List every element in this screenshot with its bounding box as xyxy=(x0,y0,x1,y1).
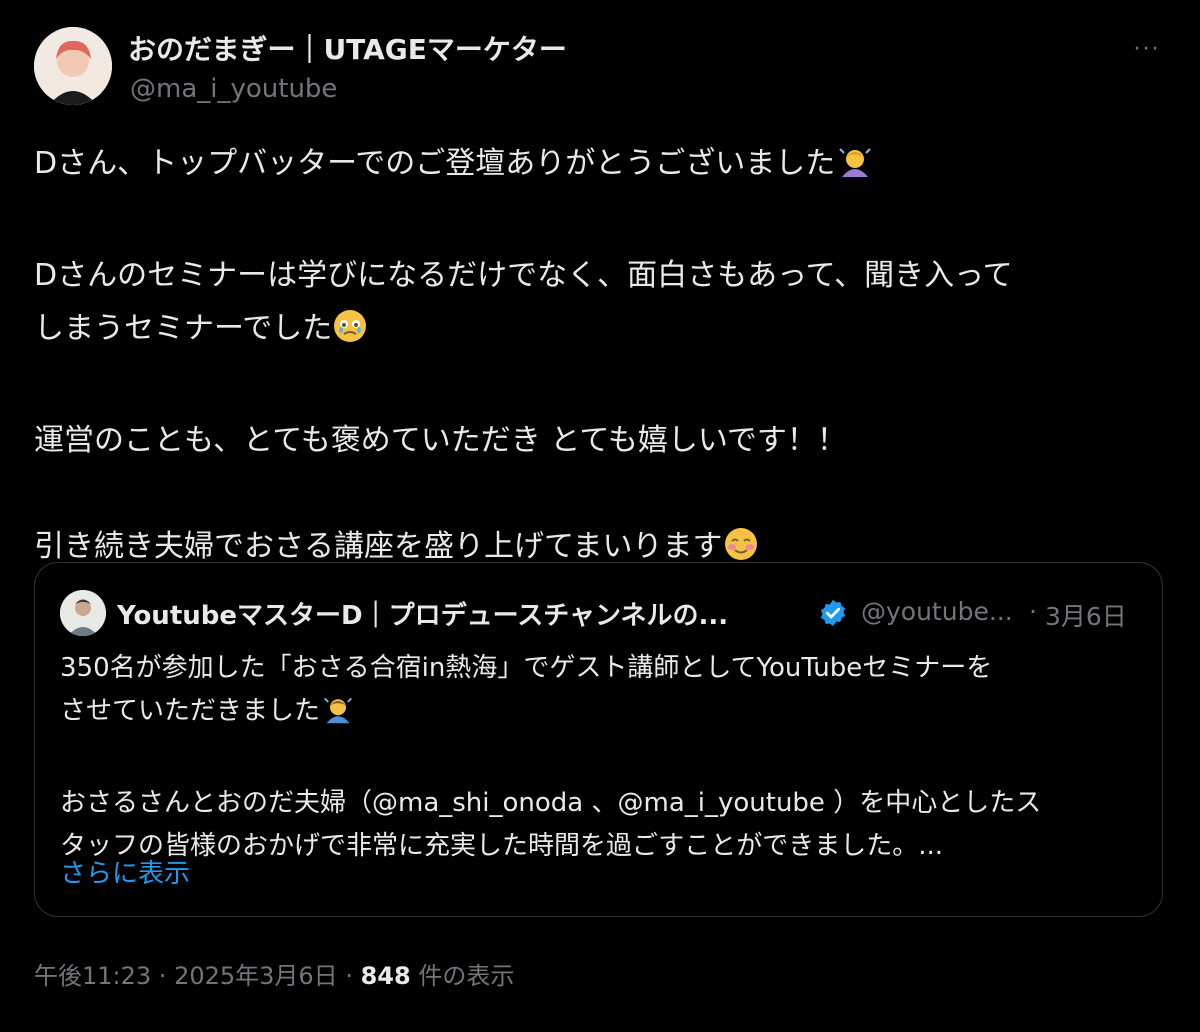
meta-separator: · xyxy=(337,962,361,990)
quoted-separator: · xyxy=(1029,597,1037,626)
author-handle[interactable]: @ma_i_youtube xyxy=(130,74,337,104)
quoted-author-avatar[interactable] xyxy=(60,590,106,636)
tweet-time[interactable]: 午後11:23 xyxy=(34,962,151,990)
quoted-line: おさるさんとおのだ夫婦（@ma_shi_onoda 、@ma_i_youtube… xyxy=(60,788,1042,818)
quoted-line-text: させていただきました xyxy=(60,696,321,726)
tweet-line-text: しまうセミナーでした xyxy=(34,311,333,346)
quoted-date[interactable]: 3月6日 xyxy=(1045,597,1127,633)
tweet-line: 運営のことも、とても褒めていただき とても嬉しいです！！ xyxy=(34,423,847,458)
tweet-metadata: 午後11:23 · 2025年3月6日 · 848 件の表示 xyxy=(34,956,514,991)
view-count: 848 xyxy=(360,962,411,990)
person-bowing-icon xyxy=(835,143,875,196)
tweet-date[interactable]: 2025年3月6日 xyxy=(174,962,338,990)
verified-badge-icon xyxy=(818,598,848,632)
quoted-author-name[interactable]: YoutubeマスターD｜プロデュースチャンネルの... xyxy=(117,595,728,632)
author-avatar[interactable] xyxy=(34,27,112,105)
tweet-line: Dさん、トップバッターでのご登壇ありがとうございました xyxy=(34,137,1164,196)
view-count-label: 件の表示 xyxy=(410,962,515,990)
quoted-line: 350名が参加した「おさる合宿in熱海」でゲスト講師としてYouTubeセミナー… xyxy=(60,653,993,683)
person-bowing-icon xyxy=(320,693,356,739)
quoted-line: させていただきました xyxy=(60,690,1140,739)
author-display-name[interactable]: おのだまぎー｜UTAGEマーケター xyxy=(128,28,567,68)
meta-separator: · xyxy=(151,962,175,990)
tweet-body: Dさん、トップバッターでのご登壇ありがとうございました Dさんのセミナーは学びに… xyxy=(34,137,1164,579)
tweet-line-text: Dさん、トップバッターでのご登壇ありがとうございました xyxy=(34,146,836,181)
more-options-icon[interactable]: ··· xyxy=(1122,34,1172,64)
quoted-tweet-card[interactable]: YoutubeマスターD｜プロデュースチャンネルの... @youtube...… xyxy=(34,562,1163,917)
quoted-line: タッフの皆様のおかげで非常に充実した時間を過ごすことができました。... xyxy=(60,831,944,861)
tweet-line: しまうセミナーでした xyxy=(34,302,1164,361)
face-holding-back-tears-icon xyxy=(332,308,368,361)
show-more-link[interactable]: さらに表示 xyxy=(60,853,190,890)
tweet-line: Dさんのセミナーは学びになるだけでなく、面白さもあって、聞き入って xyxy=(34,258,1013,293)
tweet-line-text: 引き続き夫婦でおさる講座を盛り上げてまいります xyxy=(34,529,723,564)
quoted-author-handle[interactable]: @youtube... xyxy=(861,597,1013,626)
quoted-tweet-body: 350名が参加した「おさる合宿in熱海」でゲスト講師としてYouTubeセミナー… xyxy=(60,647,1140,868)
